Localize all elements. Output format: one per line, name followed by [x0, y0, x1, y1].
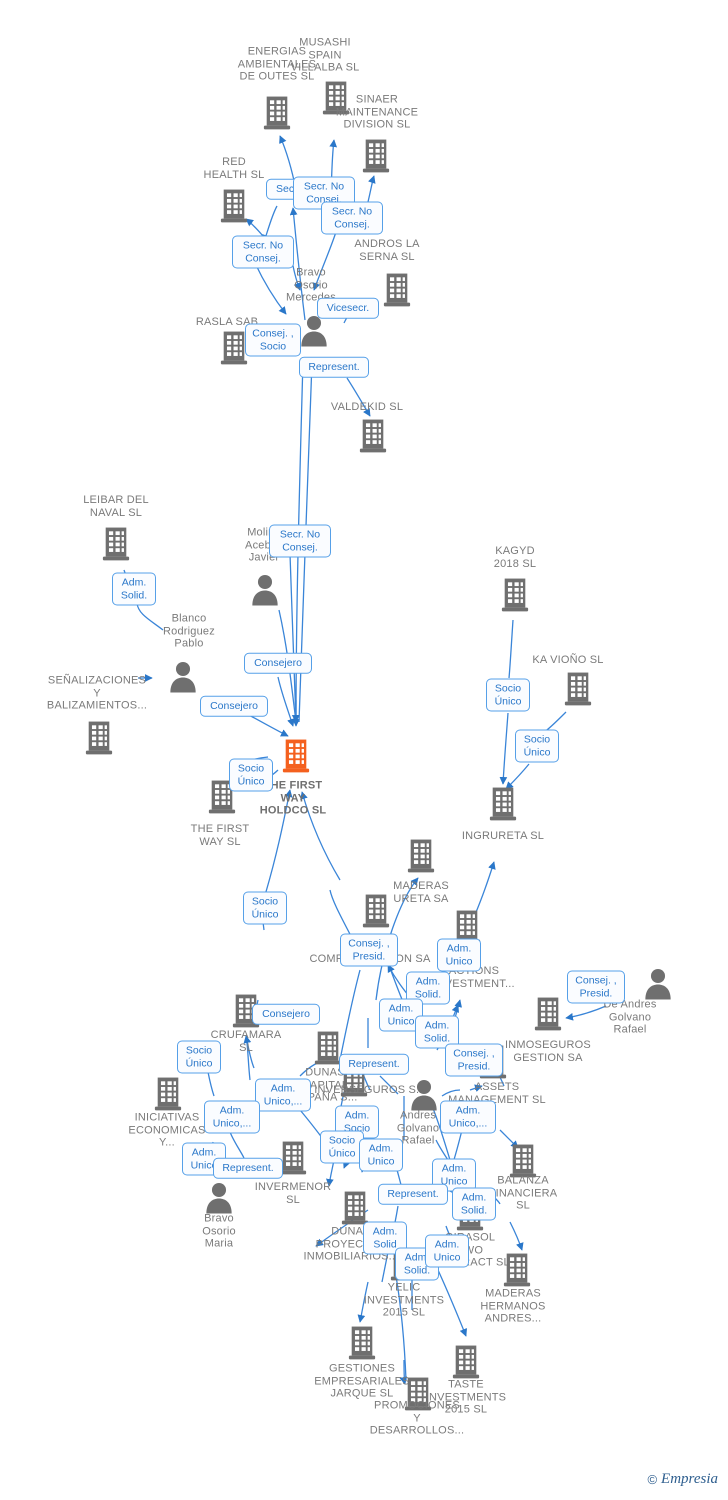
person-icon[interactable]	[168, 661, 198, 698]
relation-label[interactable]: Adm. Unico,...	[204, 1100, 260, 1134]
relation-label[interactable]: Consejero	[252, 1003, 320, 1025]
company-label[interactable]: PROMOCIONES Y DESARROLLOS...	[342, 1399, 492, 1438]
person-glyph	[299, 315, 329, 352]
brand-name: Empresia	[661, 1471, 718, 1487]
node-name-text: SEÑALIZACIONES Y BALIZAMIENTOS...	[46, 674, 148, 712]
person-icon[interactable]	[250, 574, 280, 611]
node-name-text: Bravo Osorio Maria	[202, 1212, 236, 1250]
company-icon[interactable]	[361, 138, 391, 179]
relation-label[interactable]: Consej. , Socio	[245, 323, 301, 357]
relation-label[interactable]: Represent.	[213, 1157, 283, 1179]
company-label[interactable]: KAGYD 2018 SL	[440, 544, 590, 570]
node-name-text: VALDEKID SL	[330, 401, 404, 414]
company-label[interactable]: THE FIRST WAY SL	[145, 822, 295, 848]
company-icon[interactable]	[358, 418, 388, 459]
relation-label[interactable]: Consej. , Presid.	[445, 1043, 503, 1077]
focus-company-icon[interactable]	[281, 738, 311, 779]
person-glyph	[250, 574, 280, 611]
network-diagram-canvas[interactable]: ENERGIAS AMBIENTALES DE OUTES SL MUSASHI …	[0, 0, 728, 1500]
company-icon[interactable]	[84, 720, 114, 761]
node-name-text: PROMOCIONES Y DESARROLLOS...	[369, 1399, 465, 1437]
relation-label[interactable]: Socio Único	[243, 891, 287, 925]
company-label[interactable]: LEIBAR DEL NAVAL SL	[41, 493, 191, 519]
node-name-text: RED HEALTH SL	[203, 155, 265, 181]
node-name-text: KA VIOÑO SL	[532, 654, 604, 667]
watermark: © Empresia	[647, 1471, 718, 1488]
company-label[interactable]: MUSASHI SPAIN VILLALBA SL	[250, 36, 400, 75]
company-icon[interactable]	[500, 577, 530, 618]
relation-label[interactable]: Represent.	[339, 1053, 409, 1075]
company-label[interactable]: ANDROS LA SERNA SL	[312, 237, 462, 263]
node-name-text: De Andres Golvano Rafael	[603, 998, 657, 1036]
building-glyph	[382, 272, 412, 313]
node-name-text: Blanco Rodriguez Pablo	[163, 612, 215, 650]
node-name-text: KAGYD 2018 SL	[493, 544, 537, 570]
company-label[interactable]: MADERAS HERMANOS ANDRES...	[438, 1287, 588, 1326]
relation-label[interactable]: Adm. Unico,...	[440, 1100, 496, 1134]
company-icon[interactable]	[219, 188, 249, 229]
relation-label[interactable]: Adm. Solid.	[452, 1187, 496, 1221]
relation-label[interactable]: Represent.	[378, 1183, 448, 1205]
company-label[interactable]: SINAER MAINTENANCE DIVISION SL	[302, 93, 452, 132]
building-glyph	[563, 671, 593, 712]
building-glyph	[358, 418, 388, 459]
relation-label[interactable]: Consej. , Presid.	[340, 933, 398, 967]
relation-label[interactable]: Represent.	[299, 356, 369, 378]
company-label[interactable]: KA VIOÑO SL	[493, 653, 643, 667]
building-glyph	[406, 838, 436, 879]
building-glyph	[488, 786, 518, 827]
node-name-text: ANDROS LA SERNA SL	[354, 237, 420, 263]
company-label[interactable]: SEÑALIZACIONES Y BALIZAMIENTOS...	[22, 674, 172, 713]
person-icon[interactable]	[299, 315, 329, 352]
company-icon[interactable]	[101, 526, 131, 567]
relation-label[interactable]: Socio Único	[515, 729, 559, 763]
person-glyph	[168, 661, 198, 698]
company-icon[interactable]	[406, 838, 436, 879]
node-name-text: MADERAS HERMANOS ANDRES...	[480, 1287, 546, 1325]
relation-label[interactable]: Consej. , Presid.	[567, 970, 625, 1004]
building-glyph	[262, 95, 292, 136]
relation-label[interactable]: Socio Único	[320, 1130, 364, 1164]
relation-label[interactable]: Socio Único	[177, 1040, 221, 1074]
company-icon[interactable]	[361, 893, 391, 934]
company-icon[interactable]	[347, 1325, 377, 1366]
company-label[interactable]: INGRURETA SL	[428, 829, 578, 843]
relation-label[interactable]: Consejero	[244, 652, 312, 674]
company-icon[interactable]	[262, 95, 292, 136]
relation-label[interactable]: Secr. No Consej.	[321, 201, 383, 235]
relation-label[interactable]: Socio Único	[229, 758, 273, 792]
relation-label[interactable]: Secr. No Consej.	[232, 235, 294, 269]
relation-label[interactable]: Socio Único	[486, 678, 530, 712]
relation-label[interactable]: Vicesecr.	[317, 297, 379, 319]
building-glyph	[361, 138, 391, 179]
person-label[interactable]: Blanco Rodriguez Pablo	[114, 612, 264, 651]
relation-label[interactable]: Consejero	[200, 695, 268, 717]
relation-label[interactable]: Adm. Unico,...	[255, 1078, 311, 1112]
building-glyph	[361, 893, 391, 934]
person-label[interactable]: Bravo Osorio Maria	[144, 1212, 294, 1251]
company-icon[interactable]	[382, 272, 412, 313]
building-glyph	[281, 738, 311, 779]
company-label[interactable]: VALDEKID SL	[292, 400, 442, 414]
building-glyph	[500, 577, 530, 618]
building-glyph	[101, 526, 131, 567]
copyright-icon: ©	[647, 1472, 658, 1487]
relation-label[interactable]: Adm. Unico	[437, 938, 481, 972]
node-name-text: INGRURETA SL	[461, 830, 545, 843]
relation-label[interactable]: Secr. No Consej.	[269, 524, 331, 558]
node-name-text: MUSASHI SPAIN VILLALBA SL	[290, 36, 360, 74]
relation-label[interactable]: Adm. Unico	[425, 1234, 469, 1268]
company-label[interactable]: RED HEALTH SL	[159, 155, 309, 181]
company-icon[interactable]	[488, 786, 518, 827]
node-name-text: LEIBAR DEL NAVAL SL	[83, 493, 149, 519]
building-glyph	[347, 1325, 377, 1366]
node-name-text: THE FIRST WAY SL	[190, 822, 250, 848]
company-icon[interactable]	[563, 671, 593, 712]
relation-label[interactable]: Adm. Unico	[359, 1138, 403, 1172]
building-glyph	[219, 188, 249, 229]
relation-label[interactable]: Adm. Solid.	[112, 572, 156, 606]
building-glyph	[84, 720, 114, 761]
node-name-text: SINAER MAINTENANCE DIVISION SL	[335, 93, 419, 131]
